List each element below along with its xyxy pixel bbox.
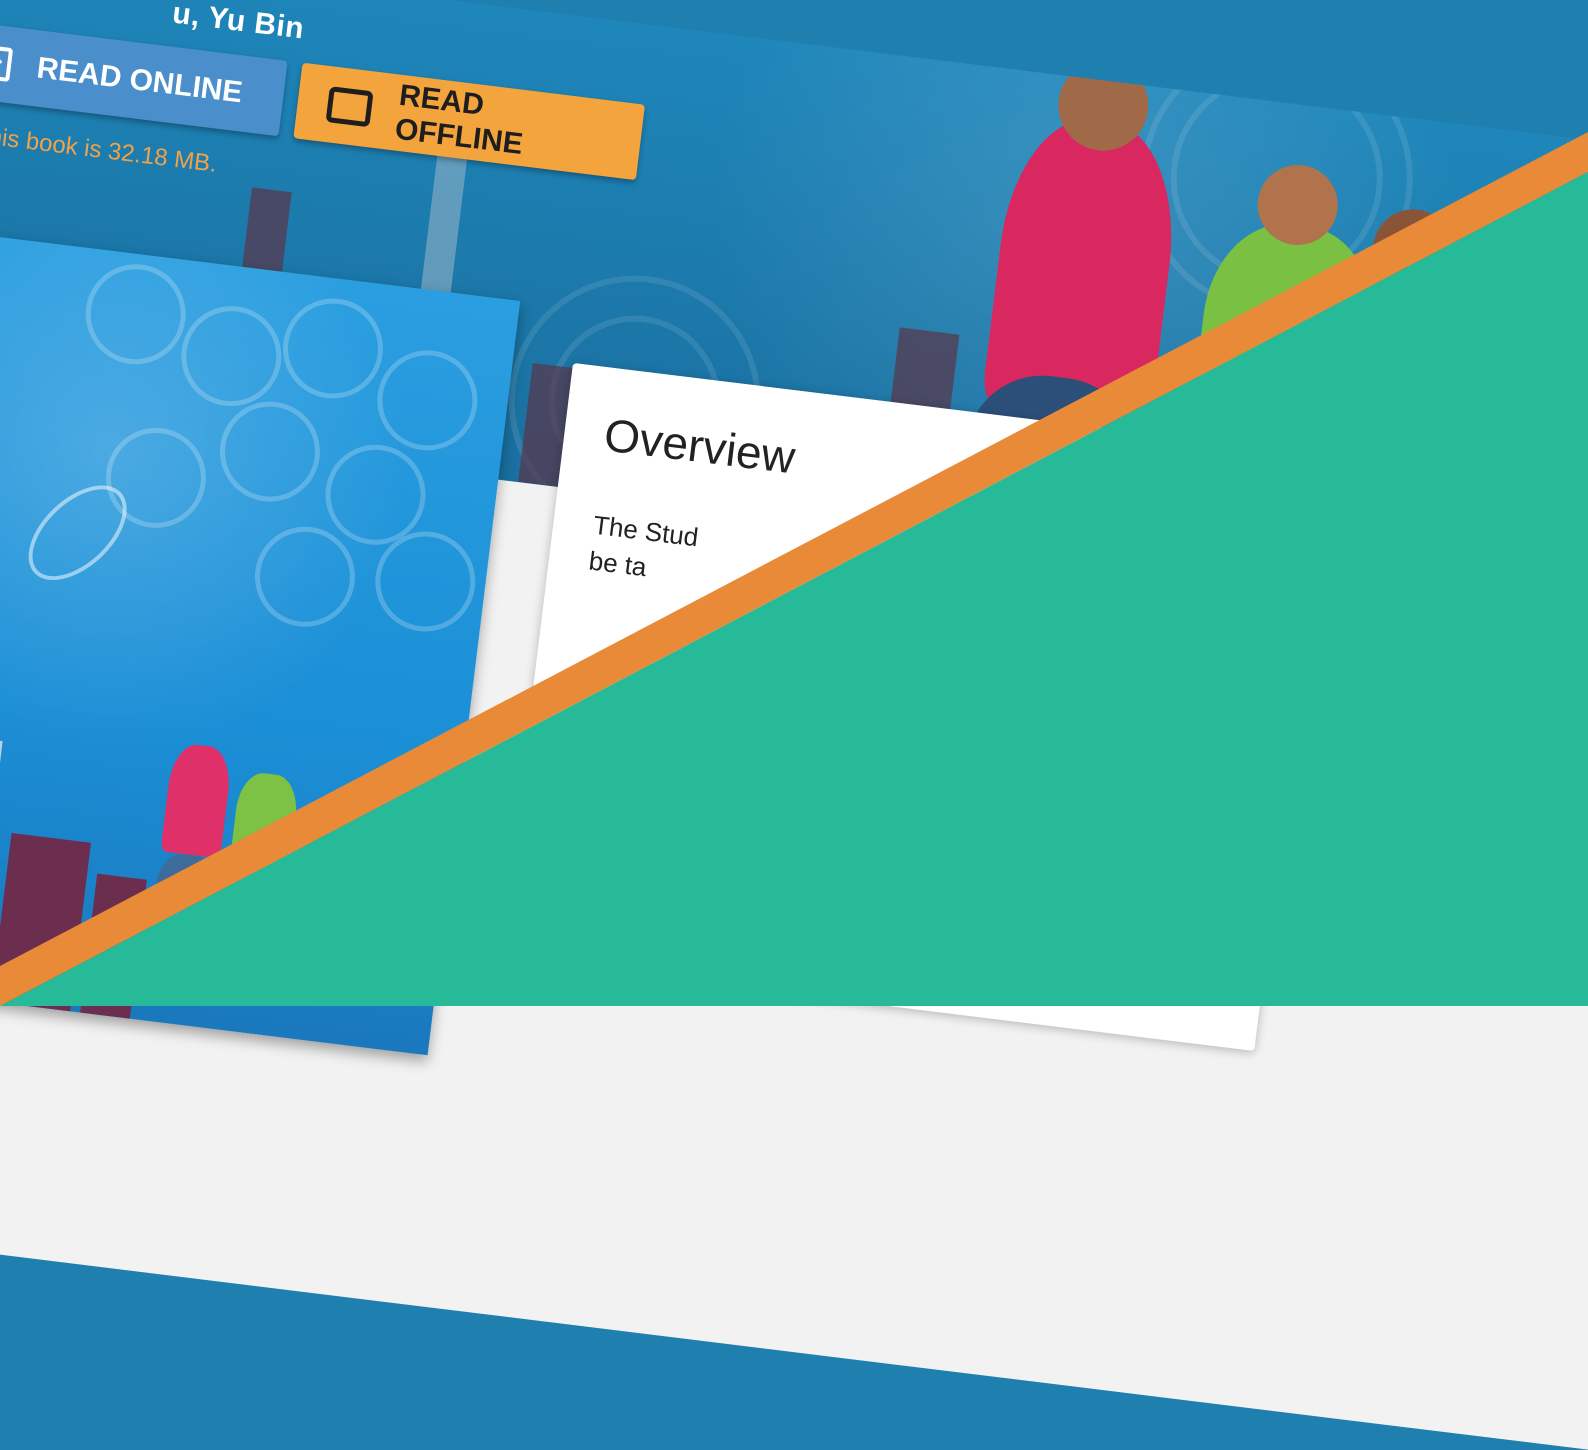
diagonal-decoration (0, 132, 1588, 1006)
green-panel (0, 172, 1588, 1006)
